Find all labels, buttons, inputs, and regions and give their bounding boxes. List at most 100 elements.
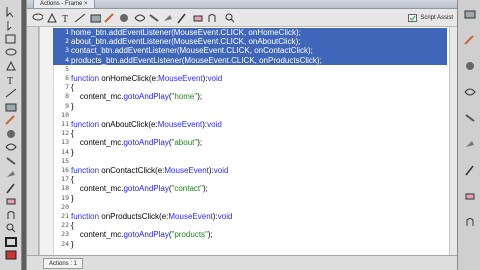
code-hint-icon[interactable] bbox=[103, 12, 115, 24]
auto-format-icon[interactable] bbox=[89, 12, 101, 24]
transform-icon[interactable] bbox=[463, 112, 476, 124]
check-syntax-icon[interactable] bbox=[73, 12, 85, 24]
line-number: 6 bbox=[65, 74, 69, 82]
actions-toolbox-pane[interactable] bbox=[27, 27, 39, 255]
line-number: 19 bbox=[61, 193, 69, 202]
uncomment-icon[interactable] bbox=[175, 12, 187, 24]
code-line[interactable]: { bbox=[71, 221, 74, 230]
code-line[interactable]: } bbox=[71, 102, 74, 111]
tools-panel: T bbox=[0, 0, 22, 270]
free-transform-icon[interactable] bbox=[4, 33, 18, 45]
line-number: 5 bbox=[65, 64, 69, 73]
svg-text:T: T bbox=[62, 14, 68, 24]
code-line[interactable]: contact_btn.addEventListener(MouseEvent.… bbox=[71, 46, 313, 55]
script-assist-label: Script Assist bbox=[420, 15, 453, 21]
actions-panel: Actions - Frame × Script Assist T 1 home_… bbox=[26, 0, 457, 270]
right-panel-dock bbox=[457, 0, 480, 270]
code-line[interactable]: about_btn.addEventListener(MouseEvent.CL… bbox=[71, 37, 300, 46]
stroke-color-icon[interactable] bbox=[4, 236, 18, 248]
line-number: 23 bbox=[61, 230, 69, 239]
info-icon[interactable] bbox=[463, 86, 476, 98]
help-icon[interactable] bbox=[205, 12, 217, 24]
code-line[interactable]: content_mc.gotoAndPlay("contact"); bbox=[71, 184, 208, 193]
color-panel-icon[interactable] bbox=[463, 8, 476, 20]
line-number: 9 bbox=[65, 101, 69, 110]
code-line[interactable]: content_mc.gotoAndPlay("home"); bbox=[71, 92, 202, 101]
show-toolbox-icon[interactable] bbox=[191, 12, 203, 24]
zoom-icon[interactable] bbox=[4, 222, 18, 234]
panel-tab-actions[interactable]: Actions - Frame × bbox=[33, 0, 95, 9]
hand-icon[interactable] bbox=[4, 209, 18, 221]
panel-title-bar: Actions - Frame × bbox=[27, 0, 457, 9]
code-line[interactable]: { bbox=[71, 129, 74, 138]
properties-icon[interactable] bbox=[463, 216, 476, 228]
line-number: 11 bbox=[61, 120, 69, 128]
library-icon[interactable] bbox=[463, 138, 476, 150]
text-icon[interactable]: T bbox=[4, 74, 18, 86]
bottom-tab-actions[interactable]: Actions : 1 bbox=[43, 258, 84, 269]
script-assist-icon bbox=[408, 14, 418, 22]
components-icon[interactable] bbox=[463, 164, 476, 176]
subselection-icon[interactable] bbox=[4, 20, 18, 32]
rectangle-icon[interactable] bbox=[4, 101, 18, 113]
comment-icon[interactable] bbox=[161, 12, 173, 24]
insert-target-icon[interactable]: T bbox=[59, 12, 71, 24]
line-number: 3 bbox=[65, 46, 69, 55]
code-line[interactable]: } bbox=[71, 194, 74, 203]
collapse-icon[interactable] bbox=[133, 12, 145, 24]
line-number: 16 bbox=[61, 166, 69, 174]
fill-color-icon[interactable] bbox=[4, 249, 18, 261]
code-line[interactable]: { bbox=[71, 83, 74, 92]
deco-icon[interactable] bbox=[4, 141, 18, 153]
find-icon[interactable] bbox=[45, 12, 57, 24]
add-statement-icon[interactable] bbox=[31, 12, 43, 24]
brush-icon[interactable] bbox=[4, 128, 18, 140]
debug-options-icon[interactable] bbox=[117, 12, 129, 24]
line-number: 17 bbox=[61, 175, 69, 184]
line-number: 4 bbox=[65, 55, 69, 64]
line-number: 20 bbox=[61, 202, 69, 211]
script-assist-button[interactable]: Script Assist bbox=[408, 12, 453, 24]
motion-presets-icon[interactable] bbox=[463, 190, 476, 202]
line-number: 22 bbox=[61, 221, 69, 230]
line-number: 8 bbox=[65, 92, 69, 101]
line-number: 12 bbox=[61, 129, 69, 138]
align-icon[interactable] bbox=[463, 60, 476, 72]
code-line[interactable]: function onAboutClick(e:MouseEvent):void bbox=[71, 120, 222, 129]
line-number-gutter bbox=[40, 27, 54, 255]
expand-icon[interactable] bbox=[147, 12, 159, 24]
code-line[interactable]: } bbox=[71, 240, 74, 249]
code-line[interactable]: content_mc.gotoAndPlay("products"); bbox=[71, 230, 213, 239]
bone-icon[interactable] bbox=[4, 155, 18, 167]
line-number: 1 bbox=[65, 28, 69, 36]
eyedropper-icon[interactable] bbox=[4, 182, 18, 194]
selection-icon[interactable] bbox=[4, 6, 18, 18]
line-number: 18 bbox=[61, 184, 69, 193]
line-number: 7 bbox=[65, 83, 69, 92]
panel-menu-icon[interactable] bbox=[223, 12, 235, 24]
line-icon[interactable] bbox=[4, 87, 18, 99]
code-line[interactable]: home_btn.addEventListener(MouseEvent.CLI… bbox=[71, 28, 301, 37]
code-line[interactable]: function onProductsClick(e:MouseEvent):v… bbox=[71, 212, 232, 221]
line-number: 10 bbox=[61, 110, 69, 119]
code-line[interactable]: function onHomeClick(e:MouseEvent):void bbox=[71, 74, 222, 83]
pencil-icon[interactable] bbox=[4, 114, 18, 126]
eraser-icon[interactable] bbox=[4, 195, 18, 207]
editor-scrollbar[interactable] bbox=[449, 27, 457, 255]
actions-toolbar: Script Assist T bbox=[27, 9, 457, 27]
pen-icon[interactable] bbox=[4, 60, 18, 72]
line-number: 21 bbox=[61, 212, 69, 220]
lasso-icon[interactable] bbox=[4, 47, 18, 59]
bottom-tab-bar: Actions : 1 bbox=[27, 255, 457, 270]
code-line[interactable]: products_btn.addEventListener(MouseEvent… bbox=[71, 56, 322, 65]
line-number: 13 bbox=[61, 138, 69, 147]
code-line[interactable]: { bbox=[71, 175, 74, 184]
swatches-icon[interactable] bbox=[463, 34, 476, 46]
line-number: 2 bbox=[65, 37, 69, 46]
code-line[interactable]: function onContactClick(e:MouseEvent):vo… bbox=[71, 166, 228, 175]
code-line[interactable]: } bbox=[71, 148, 74, 157]
line-number: 24 bbox=[61, 239, 69, 248]
paint-bucket-icon[interactable] bbox=[4, 168, 18, 180]
line-number: 15 bbox=[61, 156, 69, 165]
code-line[interactable]: content_mc.gotoAndPlay("about"); bbox=[71, 138, 202, 147]
